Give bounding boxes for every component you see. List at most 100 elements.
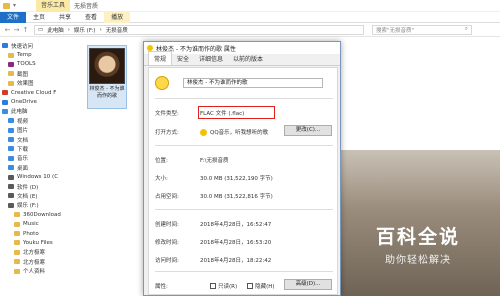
tab-general[interactable]: 常规 bbox=[148, 51, 173, 65]
divider bbox=[155, 209, 333, 210]
sidebar-item[interactable]: 北方极寒 bbox=[0, 248, 80, 257]
cloud-icon bbox=[2, 90, 8, 96]
quick-access-toolbar[interactable]: ▾ bbox=[13, 2, 16, 9]
sidebar-item-label: OneDrive bbox=[11, 99, 37, 106]
attributes-label: 属性: bbox=[155, 284, 168, 290]
sidebar-item[interactable]: OneDrive bbox=[0, 97, 80, 106]
sidebar-item-label: 文档 (E) bbox=[17, 193, 38, 200]
file-name-field[interactable]: 林俊杰 - 不为谁而作的歌 bbox=[183, 78, 323, 88]
disk-size-value: 30.0 MB (31,522,816 字节) bbox=[200, 194, 273, 200]
sidebar-item[interactable]: 下载 bbox=[0, 144, 80, 153]
sidebar-item[interactable]: 视频 bbox=[0, 116, 80, 125]
computer-icon bbox=[2, 108, 8, 114]
sidebar-item[interactable]: 文档 (E) bbox=[0, 191, 80, 200]
sidebar-item[interactable]: 360Download bbox=[0, 210, 80, 219]
address-bar[interactable]: ▭ 此电脑 › 娱乐 (F:) › 无损音质 bbox=[34, 24, 364, 35]
sidebar-item-label: 软件 (D) bbox=[17, 184, 39, 191]
location-value: F:\无损音质 bbox=[200, 158, 229, 164]
disk-size-label: 占用空间: bbox=[155, 194, 179, 200]
sidebar-item[interactable]: 软件 (D) bbox=[0, 182, 80, 191]
name-row: 林俊杰 - 不为谁而作的歌 bbox=[155, 76, 323, 90]
folder-icon bbox=[8, 80, 14, 86]
advanced-button[interactable]: 高级(D)... bbox=[284, 279, 332, 290]
sidebar-item[interactable]: 快速访问 bbox=[0, 41, 80, 50]
tab-details[interactable]: 详细信息 bbox=[194, 52, 228, 65]
created-row: 创建时间: 2018年4月28日，16:52:47 bbox=[155, 220, 271, 228]
sidebar-item-label: 北方极寒 bbox=[23, 259, 46, 266]
sidebar-item-label: TOOLS bbox=[17, 61, 36, 68]
sidebar-item[interactable]: Youku Files bbox=[0, 238, 80, 247]
sidebar-item[interactable]: TOOLS bbox=[0, 60, 80, 69]
folder-icon bbox=[14, 240, 20, 246]
sidebar-item-label: 截图 bbox=[17, 71, 29, 78]
navigation-pane: 快速访问 Temp TOOLS 截图 效果图 Creative Cloud F OneDri… bbox=[0, 38, 80, 296]
sidebar-item[interactable]: 娱乐 (F:) bbox=[0, 201, 80, 210]
tab-play[interactable]: 播放 bbox=[104, 11, 131, 23]
change-button[interactable]: 更改(C)... bbox=[284, 125, 332, 136]
hidden-checkbox[interactable] bbox=[247, 283, 254, 289]
sidebar-item[interactable]: 个人资料 bbox=[0, 266, 80, 275]
tab-view[interactable]: 查看 bbox=[78, 12, 104, 23]
sidebar-item[interactable]: 图片 bbox=[0, 126, 80, 135]
computer-icon: ▭ bbox=[38, 26, 44, 33]
star-icon bbox=[2, 43, 8, 49]
sidebar-item-label: 快速访问 bbox=[11, 43, 34, 50]
folder-icon bbox=[14, 268, 20, 274]
sidebar-item-label: 音乐 bbox=[17, 156, 29, 163]
desktop-icon bbox=[8, 165, 14, 171]
size-row: 大小: 30.0 MB (31,522,190 字节) bbox=[155, 174, 273, 182]
sidebar-item[interactable]: 文档 bbox=[0, 135, 80, 144]
sidebar-item[interactable]: 北方极寒 bbox=[0, 257, 80, 266]
sidebar-item[interactable]: Creative Cloud F bbox=[0, 88, 80, 97]
tab-previous-versions[interactable]: 以前的版本 bbox=[228, 52, 268, 65]
file-item[interactable]: 林俊杰 - 不为谁而作的歌 bbox=[87, 45, 127, 109]
search-placeholder: 搜索"无损音质" bbox=[376, 27, 415, 34]
modified-value: 2018年4月28日，16:53:20 bbox=[200, 240, 272, 246]
divider bbox=[155, 98, 333, 99]
tab-security[interactable]: 安全 bbox=[172, 52, 194, 65]
sidebar-item[interactable]: 效果图 bbox=[0, 79, 80, 88]
open-with-value: QQ音乐，听我想听的歌 bbox=[210, 130, 269, 136]
breadcrumb-lossless[interactable]: 无损音质 bbox=[106, 26, 128, 34]
tab-share[interactable]: 共享 bbox=[52, 12, 78, 23]
onedrive-icon bbox=[2, 99, 8, 105]
sidebar-item-label: Music bbox=[23, 221, 39, 228]
chevron-right-icon: › bbox=[67, 26, 70, 33]
search-input[interactable]: 搜索"无损音质" ⌕ bbox=[372, 24, 472, 35]
qq-music-file-icon bbox=[155, 76, 169, 90]
breadcrumb-drive-f[interactable]: 娱乐 (F:) bbox=[74, 26, 96, 34]
sidebar-item[interactable]: 此电脑 bbox=[0, 107, 80, 116]
window-title: 无损音质 bbox=[74, 3, 99, 10]
drive-icon bbox=[8, 184, 14, 190]
forward-arrow-icon[interactable]: → bbox=[12, 26, 21, 34]
chevron-right-icon: › bbox=[99, 26, 102, 33]
music-tools-context-tab[interactable]: 音乐工具 bbox=[36, 0, 71, 12]
sidebar-item-label: 北方极寒 bbox=[23, 250, 46, 257]
disk-size-row: 占用空间: 30.0 MB (31,522,816 字节) bbox=[155, 192, 273, 200]
sidebar-item[interactable]: Windows 10 (C bbox=[0, 172, 80, 181]
sidebar-item[interactable]: 截图 bbox=[0, 69, 80, 78]
sidebar-item[interactable]: 桌面 bbox=[0, 163, 80, 172]
sidebar-item[interactable]: Photo bbox=[0, 229, 80, 238]
size-value: 30.0 MB (31,522,190 字节) bbox=[200, 176, 273, 182]
sidebar-item-label: 下载 bbox=[17, 146, 29, 153]
download-icon bbox=[8, 146, 14, 152]
sidebar-item[interactable]: Music bbox=[0, 219, 80, 228]
search-icon: ⌕ bbox=[464, 26, 468, 32]
sidebar-item[interactable]: 音乐 bbox=[0, 154, 80, 163]
file-type-label: 文件类型: bbox=[155, 111, 179, 117]
up-arrow-icon[interactable]: ↑ bbox=[21, 26, 30, 34]
folder-icon bbox=[14, 231, 20, 236]
tab-home[interactable]: 主页 bbox=[26, 12, 52, 23]
breadcrumb-this-pc[interactable]: 此电脑 bbox=[47, 26, 64, 34]
size-label: 大小: bbox=[155, 176, 168, 182]
back-arrow-icon[interactable]: ← bbox=[3, 26, 12, 34]
folder-icon bbox=[3, 2, 10, 9]
document-icon bbox=[8, 137, 14, 143]
hidden-label: 隐藏(H) bbox=[255, 284, 275, 290]
attributes-row: 属性: 只读(R) 隐藏(H) bbox=[155, 282, 275, 290]
tab-file[interactable]: 文件 bbox=[0, 11, 27, 23]
sidebar-item[interactable]: Temp bbox=[0, 50, 80, 59]
readonly-checkbox[interactable] bbox=[210, 283, 216, 289]
divider bbox=[155, 271, 333, 272]
